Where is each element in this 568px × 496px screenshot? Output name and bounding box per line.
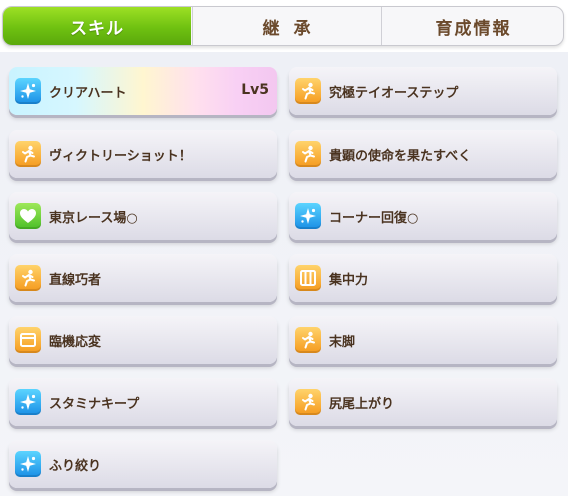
skill-name: 臨機応変 xyxy=(49,334,102,350)
tab-skill-label: スキル xyxy=(70,18,124,39)
skill-list-panel: クリアハート Lv5 ヴィクトリーショット！ 東京レース場○ 直線巧者 臨機応変… xyxy=(0,52,568,496)
skill-card[interactable]: 貴顕の使命を果たすべく xyxy=(289,130,557,178)
skill-name: 直線巧者 xyxy=(49,272,102,288)
skill-name: 尻尾上がり xyxy=(329,396,395,412)
skill-name: 末脚 xyxy=(329,334,356,350)
skill-card[interactable]: ヴィクトリーショット！ xyxy=(9,130,277,178)
tab-training-info-label: 育成情報 xyxy=(435,18,512,39)
skill-name: コーナー回復○ xyxy=(329,210,419,226)
tab-skill[interactable]: スキル xyxy=(3,7,191,45)
skill-card[interactable]: 末脚 xyxy=(289,316,557,364)
sparkle-icon xyxy=(295,203,321,229)
skill-card[interactable]: 東京レース場○ xyxy=(9,192,277,240)
skill-card[interactable]: ふり絞り xyxy=(9,440,277,488)
runner-icon xyxy=(295,327,321,353)
sparkle-icon xyxy=(15,78,41,104)
heart-icon xyxy=(15,203,41,229)
window-icon xyxy=(15,327,41,353)
skill-name: ふり絞り xyxy=(49,458,102,474)
skill-name: スタミナキープ xyxy=(49,396,140,412)
skill-name: 東京レース場○ xyxy=(49,210,138,226)
gate-icon xyxy=(295,265,321,291)
skill-card[interactable]: 究極テイオーステップ xyxy=(289,67,557,115)
runner-icon xyxy=(15,141,41,167)
skill-name: 集中力 xyxy=(329,272,369,288)
skill-card[interactable]: コーナー回復○ xyxy=(289,192,557,240)
runner-icon xyxy=(15,265,41,291)
skill-card[interactable]: 臨機応変 xyxy=(9,316,277,364)
tab-bar: スキル 継承 育成情報 xyxy=(2,6,564,46)
skill-card[interactable]: スタミナキープ xyxy=(9,378,277,426)
sparkle-icon xyxy=(15,389,41,415)
skill-card[interactable]: クリアハート Lv5 xyxy=(9,67,277,115)
runner-icon xyxy=(295,389,321,415)
skill-level: Lv5 xyxy=(241,82,269,98)
skill-name: クリアハート xyxy=(49,85,127,101)
tab-training-info[interactable]: 育成情報 xyxy=(381,7,563,45)
runner-icon xyxy=(295,78,321,104)
skill-name: ヴィクトリーショット！ xyxy=(49,148,192,164)
skill-card[interactable]: 尻尾上がり xyxy=(289,378,557,426)
tab-inherit-label: 継承 xyxy=(262,18,325,39)
tab-inherit[interactable]: 継承 xyxy=(192,7,380,45)
sparkle-icon xyxy=(15,451,41,477)
runner-icon xyxy=(295,141,321,167)
skill-name: 究極テイオーステップ xyxy=(329,85,459,101)
skill-card[interactable]: 直線巧者 xyxy=(9,254,277,302)
skill-name: 貴顕の使命を果たすべく xyxy=(329,148,472,164)
skill-card[interactable]: 集中力 xyxy=(289,254,557,302)
